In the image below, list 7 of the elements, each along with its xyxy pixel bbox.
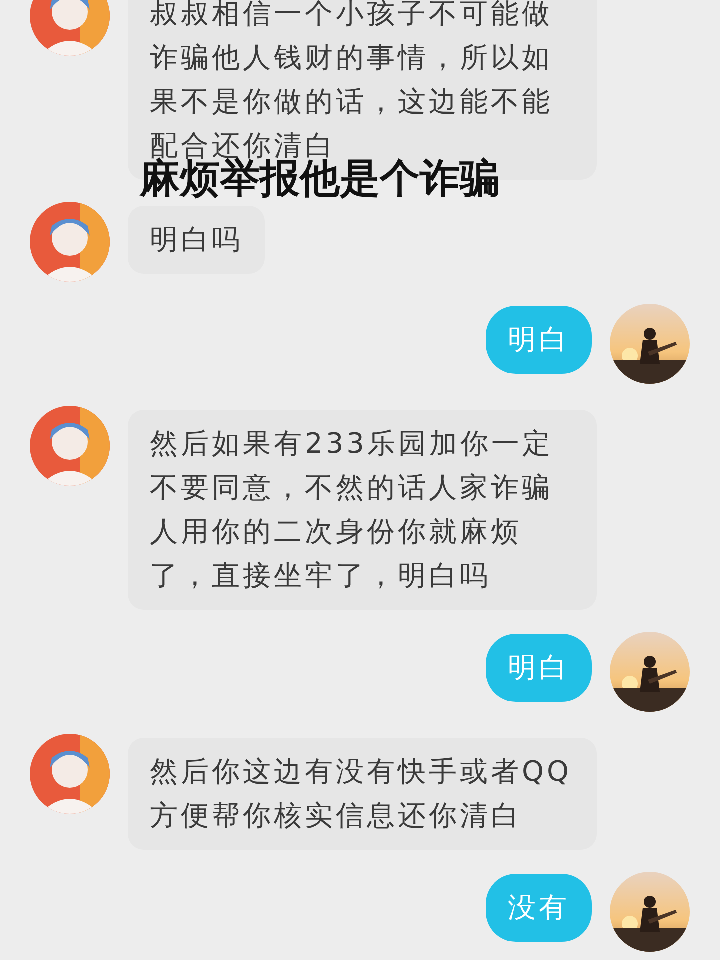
message-bubble: 明白	[486, 634, 592, 702]
message-bubble: 没有	[486, 874, 592, 942]
message-bubble: 明白	[486, 306, 592, 374]
message-bubble: 然后你这边有没有快手或者QQ方便帮你核实信息还你清白	[128, 738, 597, 850]
message-bubble: 然后如果有233乐园加你一定不要同意，不然的话人家诈骗人用你的二次身份你就麻烦了，直接坐牢了，明白吗	[128, 410, 597, 610]
message-bubble: 明白吗	[128, 206, 265, 274]
avatar-icon	[30, 0, 110, 56]
